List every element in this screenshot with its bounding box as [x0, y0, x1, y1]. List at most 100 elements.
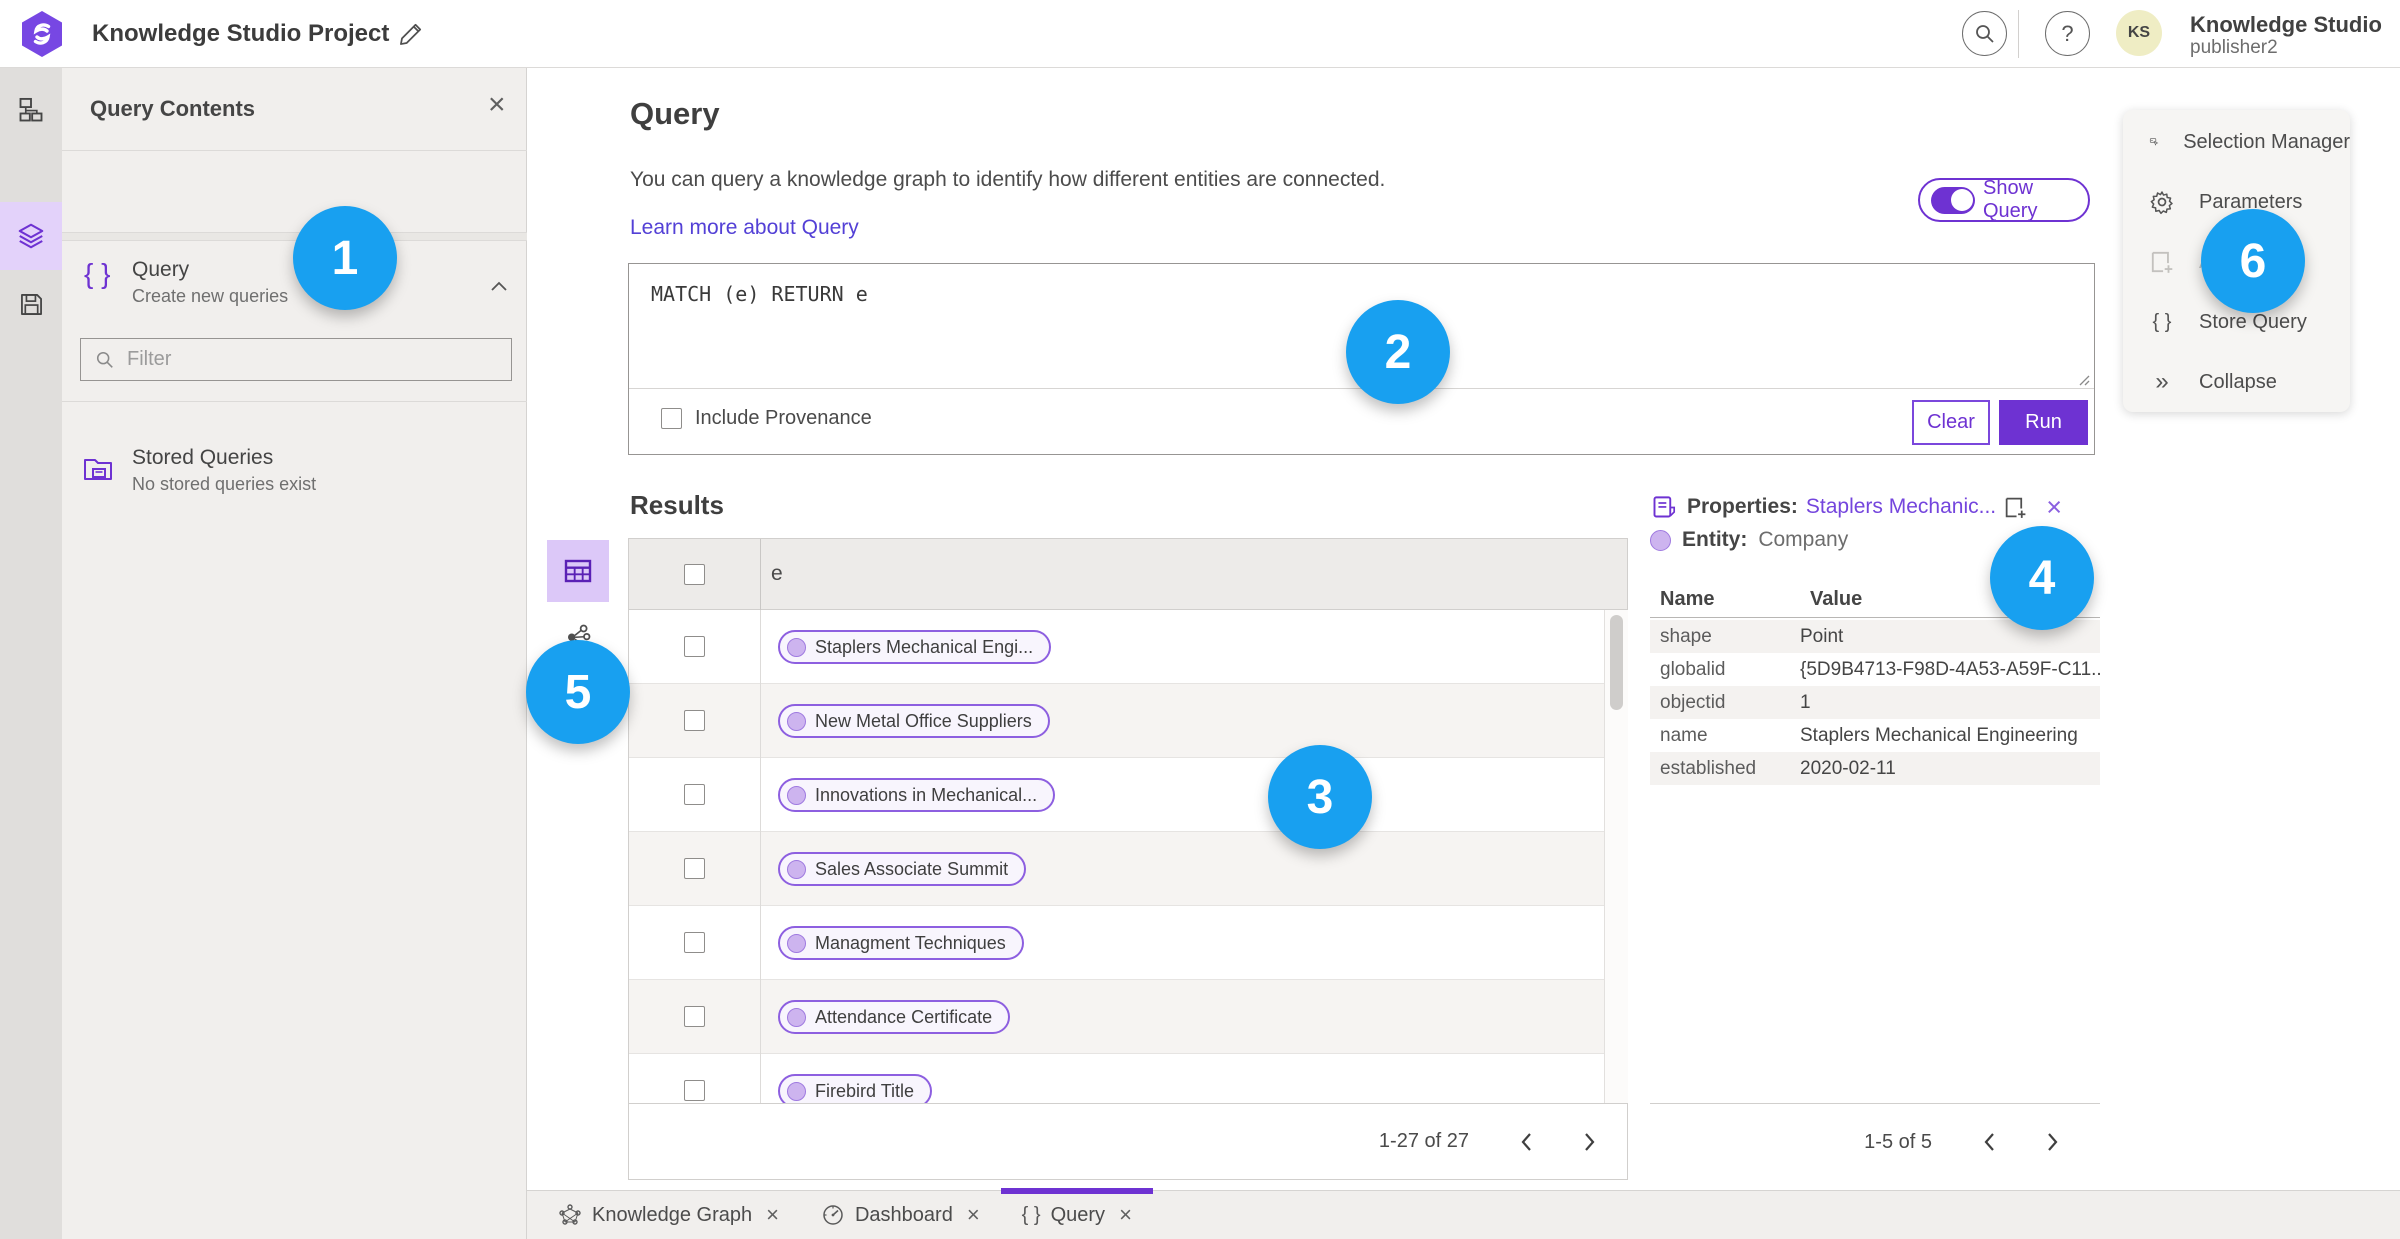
add-new-icon: [2151, 251, 2173, 273]
toggle-knob: [1951, 189, 1973, 211]
properties-previous-page-button[interactable]: [1982, 1131, 1996, 1153]
entity-pill[interactable]: Attendance Certificate: [778, 1000, 1011, 1034]
query-section-description: You can query a knowledge graph to ident…: [630, 168, 1386, 191]
user-role: publisher2: [2190, 37, 2278, 58]
properties-entity-link[interactable]: Staplers Mechanic...: [1806, 495, 1996, 519]
property-value: 1: [1800, 691, 1811, 713]
panel-close-icon[interactable]: ×: [488, 88, 506, 122]
tab-knowledge-graph[interactable]: Knowledge Graph ×: [537, 1191, 800, 1239]
stored-queries-label: Stored Queries: [132, 446, 274, 469]
entity-pill-label: Firebird Title: [815, 1080, 915, 1101]
entity-pill-label: Sales Associate Summit: [815, 858, 1009, 879]
annotation-badge-4: 4: [1990, 526, 2094, 630]
user-avatar[interactable]: KS: [2116, 10, 2162, 56]
row-checkbox[interactable]: [684, 1006, 705, 1027]
row-checkbox[interactable]: [684, 932, 705, 953]
data-model-nav-button[interactable]: [0, 78, 62, 142]
column-divider: [760, 1054, 761, 1103]
filter-field: [80, 338, 512, 381]
column-divider: [760, 610, 761, 684]
scrollbar-thumb[interactable]: [1610, 615, 1623, 710]
table-row: Firebird Title: [629, 1054, 1627, 1103]
property-name: name: [1660, 724, 1708, 746]
learn-more-link[interactable]: Learn more about Query: [630, 216, 859, 240]
braces-icon: { }: [2152, 310, 2172, 333]
run-button[interactable]: Run: [1999, 400, 2088, 445]
search-button[interactable]: [1962, 11, 2007, 56]
annotation-badge-6: 6: [2201, 209, 2305, 313]
properties-next-page-button[interactable]: [2046, 1131, 2060, 1153]
close-tab-icon[interactable]: ×: [1119, 1204, 1132, 1226]
top-bar: Knowledge Studio Project ? KS Knowledge …: [0, 0, 2400, 68]
entity-circle-icon: [787, 859, 806, 879]
braces-icon: { }: [1021, 1203, 1041, 1226]
entity-value: Company: [1758, 528, 1849, 551]
edit-title-icon[interactable]: [398, 21, 424, 47]
properties-close-icon[interactable]: ×: [2046, 493, 2062, 521]
layers-nav-button[interactable]: [0, 202, 62, 270]
property-name: established: [1660, 757, 1757, 779]
filter-input[interactable]: [127, 348, 487, 371]
row-checkbox[interactable]: [684, 858, 705, 879]
column-header-e: e: [771, 562, 783, 585]
entity-circle-icon: [787, 711, 806, 731]
row-checkbox[interactable]: [684, 710, 705, 731]
clear-button[interactable]: Clear: [1912, 400, 1990, 445]
column-divider: [760, 832, 761, 906]
select-all-checkbox[interactable]: [684, 564, 705, 585]
dashboard-icon: [823, 1205, 843, 1225]
entity-circle-icon: [787, 785, 806, 805]
property-row: name Staplers Mechanical Engineering: [1650, 719, 2100, 752]
entity-pill[interactable]: Sales Associate Summit: [778, 852, 1027, 886]
entity-pill[interactable]: Managment Techniques: [778, 926, 1024, 960]
selection-manager-icon: [2149, 138, 2159, 146]
entity-circle-icon: [787, 1081, 806, 1101]
row-checkbox[interactable]: [684, 1080, 705, 1101]
table-row: Innovations in Mechanical...: [629, 758, 1627, 832]
data-model-icon: [19, 97, 43, 122]
properties-icon: [1653, 495, 1676, 517]
row-checkbox[interactable]: [684, 784, 705, 805]
table-view-button[interactable]: [547, 540, 609, 602]
table-row: New Metal Office Suppliers: [629, 684, 1627, 758]
tab-query[interactable]: { } Query ×: [1000, 1188, 1154, 1239]
table-row: Attendance Certificate: [629, 980, 1627, 1054]
entity-label: Entity:: [1682, 528, 1748, 551]
layers-icon: [18, 223, 44, 249]
sidebar-item-query[interactable]: { } Query Create new queries: [62, 158, 527, 306]
entity-circle-icon: [787, 933, 806, 953]
close-tab-icon[interactable]: ×: [766, 1204, 779, 1226]
menu-item-selection-manager[interactable]: Selection Manager: [2123, 112, 2350, 172]
show-query-toggle[interactable]: Show Query: [1918, 177, 2090, 222]
gear-icon: [2150, 191, 2173, 215]
add-to-new-icon[interactable]: [2003, 495, 2028, 520]
entity-pill[interactable]: Innovations in Mechanical...: [778, 778, 1056, 812]
menu-item-collapse[interactable]: » Collapse: [2123, 352, 2350, 412]
knowledge-studio-app: Knowledge Studio Project ? KS Knowledge …: [0, 0, 2400, 1239]
results-next-page-button[interactable]: [1583, 1131, 1597, 1153]
results-previous-page-button[interactable]: [1519, 1131, 1533, 1153]
entity-pill[interactable]: New Metal Office Suppliers: [778, 704, 1050, 738]
property-row: established 2020-02-11: [1650, 752, 2100, 785]
chevron-right-icon: [2048, 1133, 2058, 1151]
close-tab-icon[interactable]: ×: [967, 1204, 980, 1226]
row-checkbox[interactable]: [684, 636, 705, 657]
collapse-caret-icon[interactable]: [490, 280, 508, 292]
entity-pill[interactable]: Firebird Title: [778, 1074, 933, 1103]
results-scrollbar[interactable]: [1604, 610, 1628, 1103]
column-divider: [760, 758, 761, 832]
annotation-badge-1: 1: [293, 206, 397, 310]
property-row: globalid {5D9B4713-F98D-4A53-A59F-C11...: [1650, 653, 2100, 686]
entity-pill[interactable]: Staplers Mechanical Engi...: [778, 630, 1052, 664]
annotation-badge-5: 5: [526, 640, 630, 744]
include-provenance-checkbox[interactable]: [661, 408, 682, 429]
user-name: Knowledge Studio: [2190, 12, 2382, 37]
search-icon: [1975, 24, 1994, 43]
table-row: Managment Techniques: [629, 906, 1627, 980]
help-button[interactable]: ?: [2045, 11, 2090, 56]
resize-grip-icon[interactable]: [2078, 374, 2090, 386]
tab-dashboard[interactable]: Dashboard ×: [800, 1191, 1001, 1239]
entity-pill-label: New Metal Office Suppliers: [815, 710, 1032, 731]
toggle-track: [1931, 186, 1975, 214]
save-nav-button[interactable]: [0, 272, 62, 336]
